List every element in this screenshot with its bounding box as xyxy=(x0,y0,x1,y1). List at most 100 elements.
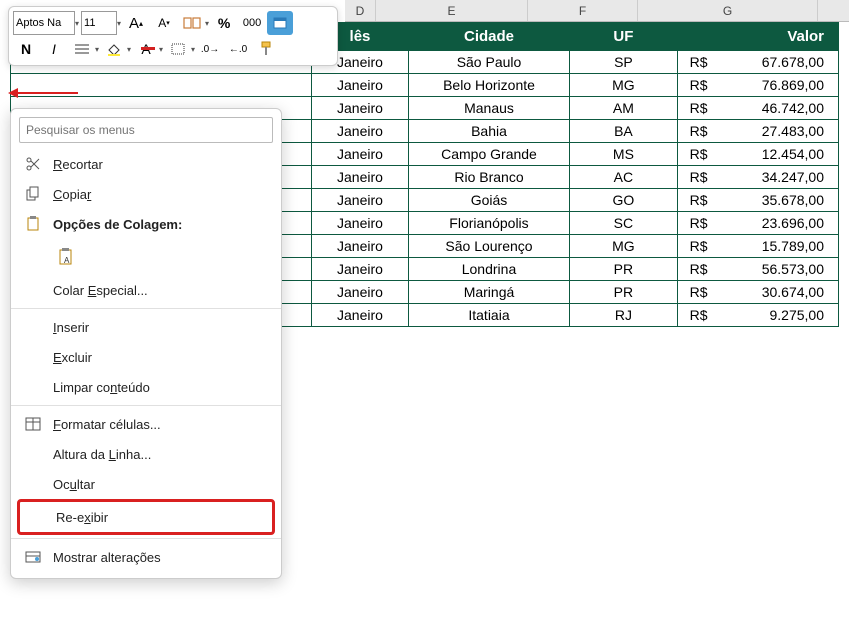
cell-cidade[interactable]: Londrina xyxy=(408,258,569,281)
cell-valor[interactable]: R$76.869,00 xyxy=(677,74,838,97)
cell-mes[interactable]: Janeiro xyxy=(312,143,409,166)
cell-cidade[interactable]: São Paulo xyxy=(408,51,569,74)
cell-cidade[interactable]: Belo Horizonte xyxy=(408,74,569,97)
cell-valor[interactable]: R$15.789,00 xyxy=(677,235,838,258)
chevron-down-icon[interactable]: ▾ xyxy=(75,19,79,28)
cell-uf[interactable]: MG xyxy=(570,74,678,97)
cell-mes[interactable]: Janeiro xyxy=(312,258,409,281)
menu-row-height[interactable]: Altura da Linha... xyxy=(11,439,281,469)
cell-cidade[interactable]: Bahia xyxy=(408,120,569,143)
cell-mes[interactable]: Janeiro xyxy=(312,97,409,120)
conditional-format-button[interactable] xyxy=(267,11,293,35)
header-cidade: Cidade xyxy=(408,23,569,51)
cell-mes[interactable]: Janeiro xyxy=(312,304,409,327)
cell-uf[interactable]: SP xyxy=(570,51,678,74)
cell-uf[interactable]: SC xyxy=(570,212,678,235)
menu-unhide[interactable]: Re-exibir xyxy=(20,502,272,532)
menu-clear-label: Limpar conteúdo xyxy=(53,380,269,395)
chevron-down-icon[interactable]: ▾ xyxy=(205,19,209,28)
chevron-down-icon[interactable]: ▾ xyxy=(127,45,131,54)
menu-cut[interactable]: Recortar xyxy=(11,149,281,179)
percent-button[interactable]: % xyxy=(211,11,237,35)
bold-button[interactable]: N xyxy=(13,37,39,61)
menu-format-cells[interactable]: Formatar células... xyxy=(11,409,281,439)
cell-valor[interactable]: R$34.247,00 xyxy=(677,166,838,189)
cell-cidade[interactable]: Florianópolis xyxy=(408,212,569,235)
cell-mes[interactable]: Janeiro xyxy=(312,120,409,143)
col-header-d[interactable]: D xyxy=(345,0,376,21)
menu-delete[interactable]: Excluir xyxy=(11,342,281,372)
align-button[interactable] xyxy=(69,37,95,61)
menu-copy[interactable]: Copiar xyxy=(11,179,281,209)
cell-mes[interactable]: Janeiro xyxy=(312,74,409,97)
menu-show-changes[interactable]: Mostrar alterações xyxy=(11,542,281,572)
chevron-down-icon[interactable]: ▾ xyxy=(95,45,99,54)
italic-button[interactable]: I xyxy=(41,37,67,61)
font-family-select[interactable] xyxy=(13,11,75,35)
cell-cidade[interactable]: Campo Grande xyxy=(408,143,569,166)
merge-cells-button[interactable] xyxy=(179,11,205,35)
cell-cidade[interactable]: São Lourenço xyxy=(408,235,569,258)
decrease-font-button[interactable]: A▾ xyxy=(151,11,177,35)
chevron-down-icon[interactable]: ▾ xyxy=(191,45,195,54)
paste-default-button[interactable]: A xyxy=(53,243,81,271)
format-painter-button[interactable] xyxy=(253,37,279,61)
cell-uf[interactable]: BA xyxy=(570,120,678,143)
cell-uf[interactable]: PR xyxy=(570,281,678,304)
fill-color-button[interactable] xyxy=(101,37,127,61)
menu-separator xyxy=(11,405,281,406)
col-header-e[interactable]: E xyxy=(376,0,528,21)
chevron-down-icon[interactable]: ▾ xyxy=(117,19,121,28)
cell-uf[interactable]: AM xyxy=(570,97,678,120)
col-header-g[interactable]: G xyxy=(638,0,818,21)
font-size-select[interactable] xyxy=(81,11,117,35)
cell-mes[interactable]: Janeiro xyxy=(312,189,409,212)
unhide-highlight: Re-exibir xyxy=(17,499,275,535)
chevron-down-icon[interactable]: ▾ xyxy=(159,45,163,54)
menu-paste-special[interactable]: Colar Especial... xyxy=(11,275,281,305)
menu-insert[interactable]: Inserir xyxy=(11,312,281,342)
arrow-head-icon xyxy=(8,88,18,98)
menu-paste-options-heading: Opções de Colagem: xyxy=(11,209,281,239)
cell-valor[interactable]: R$67.678,00 xyxy=(677,51,838,74)
cell-mes[interactable]: Janeiro xyxy=(312,281,409,304)
cell-cidade[interactable]: Goiás xyxy=(408,189,569,212)
cell-uf[interactable]: PR xyxy=(570,258,678,281)
cell-valor[interactable]: R$9.275,00 xyxy=(677,304,838,327)
cell-cidade[interactable]: Manaus xyxy=(408,97,569,120)
menu-format-cells-label: Formatar células... xyxy=(53,417,269,432)
cell-valor[interactable]: R$46.742,00 xyxy=(677,97,838,120)
col-header-f[interactable]: F xyxy=(528,0,638,21)
cell-uf[interactable]: GO xyxy=(570,189,678,212)
svg-text:A: A xyxy=(64,256,70,265)
cell-mes[interactable]: Janeiro xyxy=(312,235,409,258)
cell-mes[interactable]: Janeiro xyxy=(312,166,409,189)
menu-clear-contents[interactable]: Limpar conteúdo xyxy=(11,372,281,402)
decrease-decimal-button[interactable]: ←.0 xyxy=(225,37,251,61)
cell-uf[interactable]: MG xyxy=(570,235,678,258)
cell-valor[interactable]: R$56.573,00 xyxy=(677,258,838,281)
menu-search-input[interactable] xyxy=(19,117,273,143)
comma-style-button[interactable]: 000 xyxy=(239,11,265,35)
cell-cidade[interactable]: Rio Branco xyxy=(408,166,569,189)
menu-hide[interactable]: Ocultar xyxy=(11,469,281,499)
cell-uf[interactable]: RJ xyxy=(570,304,678,327)
header-uf: UF xyxy=(570,23,678,51)
cell-valor[interactable]: R$12.454,00 xyxy=(677,143,838,166)
cell-valor[interactable]: R$23.696,00 xyxy=(677,212,838,235)
cell-mes[interactable]: Janeiro xyxy=(312,212,409,235)
cell-valor[interactable]: R$35.678,00 xyxy=(677,189,838,212)
cell-valor[interactable]: R$30.674,00 xyxy=(677,281,838,304)
blank-icon xyxy=(23,445,43,463)
cell-cidade[interactable]: Maringá xyxy=(408,281,569,304)
cell-valor[interactable]: R$27.483,00 xyxy=(677,120,838,143)
increase-decimal-button[interactable]: .0→ xyxy=(197,37,223,61)
cell-cidade[interactable]: Itatiaia xyxy=(408,304,569,327)
table-row[interactable]: JaneiroBelo HorizonteMGR$76.869,00 xyxy=(11,74,839,97)
font-color-button[interactable]: A xyxy=(133,37,159,61)
borders-button[interactable] xyxy=(165,37,191,61)
cell-uf[interactable]: MS xyxy=(570,143,678,166)
increase-font-button[interactable]: A▴ xyxy=(123,11,149,35)
column-headers-strip: D E F G xyxy=(345,0,849,22)
cell-uf[interactable]: AC xyxy=(570,166,678,189)
